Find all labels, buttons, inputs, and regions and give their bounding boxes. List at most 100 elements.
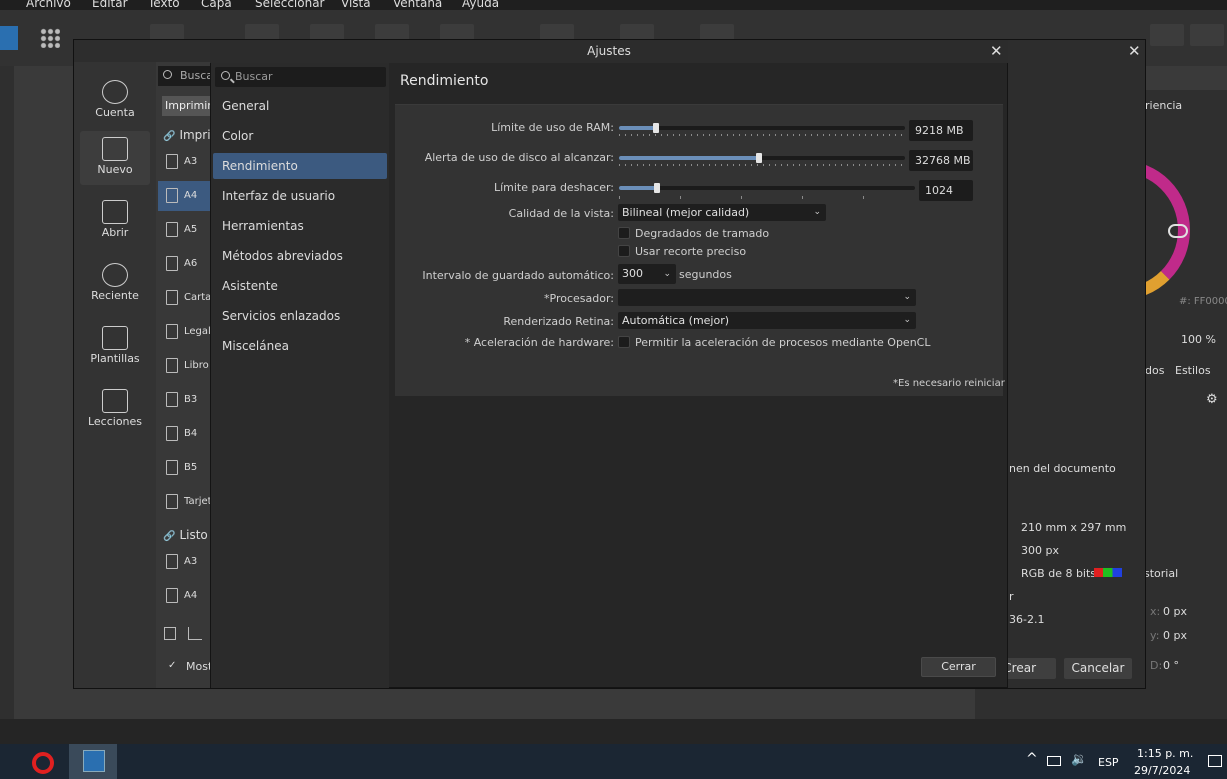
preset-libro[interactable]: Libro bbox=[158, 351, 210, 381]
category-misc[interactable]: Miscelánea bbox=[213, 333, 387, 359]
tab-dos[interactable]: dos bbox=[1145, 364, 1164, 377]
menu-capa[interactable]: Capa bbox=[201, 0, 232, 10]
show-checkbox[interactable]: ✓ bbox=[168, 660, 180, 672]
hex-value[interactable]: #: FF0000 bbox=[1179, 296, 1227, 307]
color-picker-icon[interactable] bbox=[1168, 224, 1188, 238]
preset-ready-a4[interactable]: A4 bbox=[158, 581, 210, 611]
ram-slider[interactable] bbox=[619, 123, 905, 137]
menu-seleccionar[interactable]: Seleccionar bbox=[255, 0, 324, 10]
section-ready-header[interactable]: 🔗Listo p bbox=[158, 519, 210, 549]
opera-icon[interactable] bbox=[32, 752, 54, 774]
menu-archivo[interactable]: Archivo bbox=[26, 0, 71, 10]
preset-a6[interactable]: A6 bbox=[158, 249, 210, 279]
nav-lessons[interactable]: Lecciones bbox=[80, 383, 150, 437]
print-tab[interactable]: Imprimir bbox=[162, 96, 210, 116]
disk-slider[interactable] bbox=[619, 153, 905, 167]
persona-grid-icon[interactable] bbox=[40, 28, 60, 48]
tab-styles[interactable]: Estilos bbox=[1175, 364, 1211, 377]
menu-ventana[interactable]: Ventana bbox=[393, 0, 442, 10]
section-print-header[interactable]: 🔗Imprim bbox=[158, 119, 210, 149]
affinity-taskbar-icon[interactable] bbox=[69, 744, 117, 779]
menu-ayuda[interactable]: Ayuda bbox=[462, 0, 499, 10]
nav-new[interactable]: Nuevo bbox=[80, 131, 150, 185]
nav-open[interactable]: Abrir bbox=[80, 194, 150, 248]
autosave-select[interactable]: 300 ⌄ bbox=[618, 264, 676, 284]
nav-account[interactable]: Cuenta bbox=[80, 74, 150, 128]
category-color[interactable]: Color bbox=[213, 123, 387, 149]
slider-thumb[interactable] bbox=[653, 123, 660, 133]
rotation-field[interactable]: 0 ° bbox=[1163, 659, 1179, 672]
nav-recent-label: Reciente bbox=[91, 289, 139, 302]
volume-icon[interactable]: 🔉 bbox=[1071, 752, 1087, 767]
open-folder-icon bbox=[102, 200, 128, 224]
category-tools[interactable]: Herramientas bbox=[213, 213, 387, 239]
view-quality-select[interactable]: Bilineal (mejor calidad) ⌄ bbox=[618, 204, 826, 221]
clock-time[interactable]: 1:15 p. m. bbox=[1137, 747, 1193, 760]
document-icon bbox=[166, 290, 178, 305]
settings-search-input[interactable]: Buscar bbox=[215, 67, 386, 87]
nav-templates[interactable]: Plantillas bbox=[80, 320, 150, 374]
dithered-checkbox[interactable] bbox=[618, 227, 630, 239]
precise-clip-checkbox[interactable] bbox=[618, 245, 630, 257]
preset-carta[interactable]: Carta bbox=[158, 283, 210, 313]
menu-bar: Archivo Editar Texto Capa Seleccionar Vi… bbox=[0, 0, 1227, 10]
tab-appearance[interactable]: riencia bbox=[1145, 99, 1182, 112]
preset-b4[interactable]: B4 bbox=[158, 419, 210, 449]
category-performance[interactable]: Rendimiento bbox=[213, 153, 387, 179]
preset-a4[interactable]: A4 bbox=[158, 181, 210, 211]
chevron-up-icon[interactable]: ^ bbox=[1026, 751, 1038, 767]
toolbar-button[interactable] bbox=[1190, 24, 1224, 46]
category-ui[interactable]: Interfaz de usuario bbox=[213, 183, 387, 209]
cancel-button[interactable]: Cancelar bbox=[1064, 658, 1132, 679]
category-shortcuts[interactable]: Métodos abreviados bbox=[213, 243, 387, 269]
link-icon: 🔗 bbox=[163, 531, 176, 542]
preset-ready-a3[interactable]: A3 bbox=[158, 547, 210, 577]
nav-lessons-label: Lecciones bbox=[87, 415, 143, 428]
category-linked-services[interactable]: Servicios enlazados bbox=[213, 303, 387, 329]
close-button[interactable]: Cerrar bbox=[921, 657, 996, 677]
preset-legal[interactable]: Legal bbox=[158, 317, 210, 347]
x-field[interactable]: 0 px bbox=[1163, 605, 1187, 618]
menu-editar[interactable]: Editar bbox=[92, 0, 128, 10]
undo-slider[interactable] bbox=[619, 183, 915, 197]
ram-value-field[interactable]: 9218 MB bbox=[909, 120, 973, 141]
new-document-close-icon[interactable]: ✕ bbox=[1128, 42, 1141, 60]
notification-icon[interactable] bbox=[1208, 755, 1222, 767]
app-logo-icon[interactable] bbox=[0, 26, 18, 50]
slider-thumb[interactable] bbox=[756, 153, 763, 163]
preset-tarjeta[interactable]: Tarjeta bbox=[158, 487, 210, 517]
autosave-unit: segundos bbox=[679, 268, 732, 281]
preset-a5[interactable]: A5 bbox=[158, 215, 210, 245]
y-field[interactable]: 0 px bbox=[1163, 629, 1187, 642]
network-icon[interactable] bbox=[1047, 756, 1061, 766]
language-indicator[interactable]: ESP bbox=[1098, 756, 1119, 769]
menu-vista[interactable]: Vista bbox=[341, 0, 371, 10]
slider-thumb[interactable] bbox=[654, 183, 661, 193]
nav-recent[interactable]: Reciente bbox=[80, 257, 150, 311]
opacity-value[interactable]: 100 % bbox=[1181, 333, 1216, 346]
create-button[interactable]: Crear bbox=[1002, 658, 1056, 679]
opencl-checkbox[interactable] bbox=[618, 336, 630, 348]
history-tab[interactable]: storial bbox=[1144, 567, 1178, 580]
tree-icon[interactable] bbox=[188, 627, 202, 640]
slider-fill bbox=[619, 186, 658, 190]
disk-value-field[interactable]: 32768 MB bbox=[909, 150, 973, 171]
nav-templates-label: Plantillas bbox=[90, 352, 140, 365]
toolbar-button[interactable] bbox=[1150, 24, 1184, 46]
category-general[interactable]: General bbox=[213, 93, 387, 119]
category-assistant[interactable]: Asistente bbox=[213, 273, 387, 299]
add-preset-icon[interactable] bbox=[164, 627, 176, 640]
gear-icon[interactable]: ⚙ bbox=[1206, 392, 1218, 407]
preset-b3[interactable]: B3 bbox=[158, 385, 210, 415]
retina-select[interactable]: Automática (mejor) ⌄ bbox=[618, 312, 916, 329]
doc-size: 210 mm x 297 mm bbox=[1021, 521, 1127, 534]
preset-b5[interactable]: B5 bbox=[158, 453, 210, 483]
menu-texto[interactable]: Texto bbox=[148, 0, 180, 10]
undo-value-field[interactable]: 1024 bbox=[919, 180, 973, 201]
processor-select[interactable]: ⌄ bbox=[618, 289, 916, 306]
autosave-label: Intervalo de guardado automático: bbox=[422, 269, 614, 282]
settings-close-icon[interactable]: ✕ bbox=[990, 42, 1003, 60]
clock-date[interactable]: 29/7/2024 bbox=[1134, 764, 1190, 777]
preset-search-input[interactable]: Busca bbox=[158, 66, 210, 86]
preset-a3[interactable]: A3 bbox=[158, 147, 210, 177]
